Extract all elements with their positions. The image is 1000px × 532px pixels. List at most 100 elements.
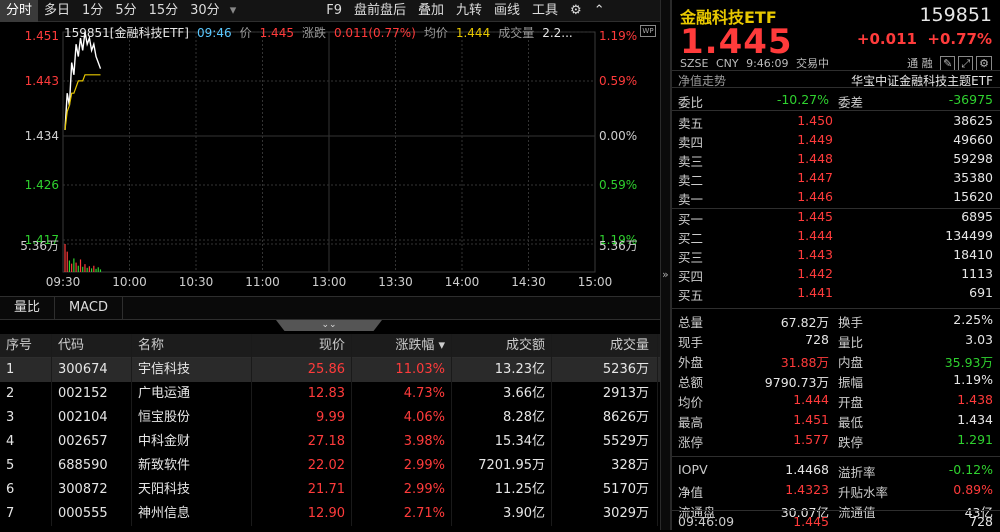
stat-label: 振幅 (838, 375, 864, 390)
stat-value: 9790.73万 (764, 375, 829, 390)
info-price: 1.445 (259, 26, 294, 40)
collapse-handle[interactable]: ⌄⌄ (276, 320, 382, 331)
wp-icon[interactable]: WP (640, 25, 656, 37)
settings-icon[interactable]: ⚙ (976, 56, 992, 71)
table-row[interactable]: 6 300872 天阳科技 21.71 2.99% 11.25亿 5170万 (0, 478, 660, 502)
y-tick-right: 0.00% (599, 129, 637, 143)
divider (672, 308, 1000, 309)
ask-volume: 35380 (953, 170, 993, 185)
cell-volume: 8626万 (552, 406, 658, 430)
col-index[interactable]: 序号 (0, 333, 52, 358)
panel-splitter[interactable]: » (660, 0, 671, 530)
stat-value: 1.451 (793, 412, 829, 427)
cell-name: 新致软件 (132, 454, 252, 478)
volume-bar (71, 263, 73, 272)
col-name[interactable]: 名称 (132, 333, 252, 358)
x-tick: 10:00 (112, 275, 147, 289)
table-row[interactable]: 1 300674 宇信科技 25.86 11.03% 13.23亿 5236万 (0, 358, 660, 382)
table-row[interactable]: 7 000555 神州信息 12.90 2.71% 3.90亿 3029万 (0, 502, 660, 526)
tb-multiday[interactable]: 多日 (38, 0, 76, 22)
col-amount[interactable]: 成交额 (452, 333, 552, 358)
stat-value: 31.88万 (780, 355, 829, 370)
ask-price: 1.446 (797, 189, 833, 204)
tab-macd[interactable]: MACD (55, 297, 123, 319)
volume-bar (66, 251, 68, 272)
ask-price: 1.450 (797, 113, 833, 128)
table-row[interactable]: 3 002104 恒宝股份 9.99 4.06% 8.28亿 8626万 (0, 406, 660, 430)
stat-value: 1.291 (957, 432, 993, 447)
intraday-chart[interactable]: 1.451 1.19% 1.443 0.59% 1.434 0.00% 1.426 0.59%… (0, 22, 660, 294)
tb-nine-turn[interactable]: 九转 (450, 0, 488, 22)
info-price-label: 价 (239, 26, 252, 40)
stat-value: 1.444 (793, 392, 829, 407)
bid-volume: 691 (969, 285, 993, 300)
tb-5min[interactable]: 5分 (109, 0, 142, 22)
y-tick-left: 1.451 (25, 29, 59, 43)
stat-value: 3.03 (965, 332, 993, 347)
weicha-label: 委差 (838, 95, 864, 110)
cell-pct: 4.73% (352, 382, 452, 406)
gear-icon[interactable]: ⚙ (564, 0, 588, 22)
x-tick: 14:00 (445, 275, 480, 289)
bid-level[interactable]: 买五 1.441 691 (672, 284, 1000, 303)
quote-meta: SZSE CNY 9:46:09 交易中 (680, 57, 829, 70)
stat-value: 35.93万 (944, 355, 993, 370)
tb-overlay[interactable]: 叠加 (412, 0, 450, 22)
bid-volume: 134499 (945, 228, 993, 243)
bid-level[interactable]: 买一 1.445 6895 (672, 208, 1000, 227)
fund-fullname: 华宝中证金融科技主题ETF (851, 74, 993, 88)
cell-pct: 2.71% (352, 502, 452, 526)
stat-label: 最高 (678, 415, 704, 430)
bid-level[interactable]: 买四 1.442 1113 (672, 265, 1000, 284)
table-row[interactable]: 4 002657 中科金财 27.18 3.98% 15.34亿 5529万 (0, 430, 660, 454)
nav-trend-link[interactable]: 净值走势 (678, 72, 726, 89)
cell-name: 天阳科技 (132, 478, 252, 502)
quote-flag-text: 通 融 (907, 57, 933, 70)
cell-index: 5 (0, 454, 52, 478)
vol-tick-left: 5.36万 (20, 239, 59, 253)
col-pct-sorted[interactable]: 涨跌幅 ▾ (352, 333, 452, 358)
ask-level[interactable]: 卖三 1.448 59298 (672, 150, 1000, 169)
table-row[interactable]: 5 688590 新致软件 22.02 2.99% 7201.95万 328万 (0, 454, 660, 478)
stat-label: 最低 (838, 415, 864, 430)
tb-15min[interactable]: 15分 (143, 0, 185, 22)
info-name: 159851[金融科技ETF] (64, 26, 189, 40)
info-avg: 1.444 (455, 26, 491, 40)
cell-volume: 5529万 (552, 430, 658, 454)
ask-level[interactable]: 卖四 1.449 49660 (672, 131, 1000, 150)
chevron-up-icon[interactable]: ⌃ (588, 0, 611, 22)
volume-bar (99, 269, 102, 272)
tb-intraday[interactable]: 分时 (0, 0, 39, 22)
tb-f9[interactable]: F9 (320, 0, 348, 22)
stat-value: 728 (805, 332, 829, 347)
tab-volume-ratio[interactable]: 量比 (0, 297, 56, 319)
tb-1min[interactable]: 1分 (76, 0, 109, 22)
ask-level[interactable]: 卖二 1.447 35380 (672, 169, 1000, 188)
cell-code: 300674 (52, 358, 132, 382)
quote-code: 159851 (919, 4, 992, 26)
col-code[interactable]: 代码 (52, 333, 132, 358)
stat-label: 内盘 (838, 355, 864, 370)
col-volume[interactable]: 成交量 (552, 333, 658, 358)
ask-volume: 49660 (953, 132, 993, 147)
bid-level[interactable]: 买二 1.444 134499 (672, 227, 1000, 246)
nav-bar: 净值走势 华宝中证金融科技主题ETF (672, 70, 1000, 88)
cell-code: 002104 (52, 406, 132, 430)
ask-level[interactable]: 卖一 1.446 15620 (672, 188, 1000, 207)
cell-price: 9.99 (252, 406, 352, 430)
bid-volume: 1113 (961, 266, 993, 281)
tb-more-dropdown[interactable]: ▾ (226, 0, 241, 22)
table-row[interactable]: 2 002152 广电运通 12.83 4.73% 3.66亿 2913万 (0, 382, 660, 406)
tb-draw[interactable]: 画线 (488, 0, 526, 22)
stat-row: 最高 1.451 最低 1.434 (672, 410, 1000, 430)
tb-tools[interactable]: 工具 (526, 0, 564, 22)
bid-level[interactable]: 买三 1.443 18410 (672, 246, 1000, 265)
tb-30min[interactable]: 30分 (184, 0, 226, 22)
stat-value: 1.438 (957, 392, 993, 407)
ask-level[interactable]: 卖五 1.450 38625 (672, 112, 1000, 131)
tb-prepost[interactable]: 盘前盘后 (348, 0, 412, 22)
cell-name: 中科金财 (132, 430, 252, 454)
col-price[interactable]: 现价 (252, 333, 352, 358)
expand-icon[interactable]: ⤢ (958, 56, 974, 71)
pen-icon[interactable]: ✎ (940, 56, 956, 71)
